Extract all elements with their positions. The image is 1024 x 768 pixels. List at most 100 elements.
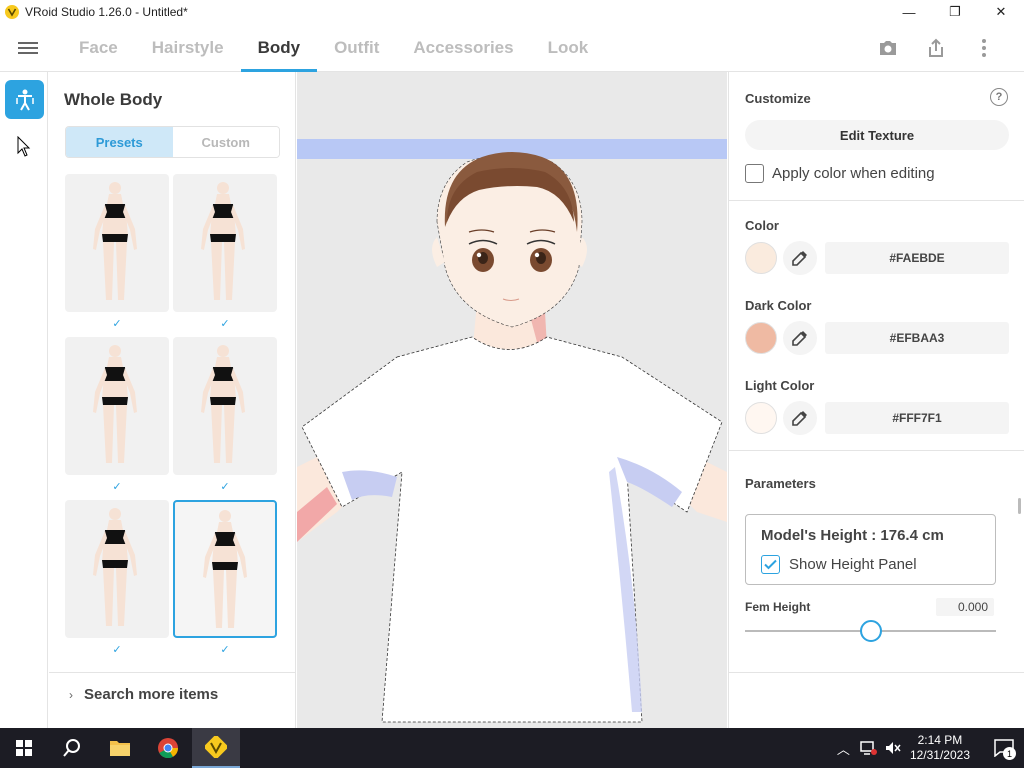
check-icon: ✓ <box>112 318 122 330</box>
eyedropper-icon[interactable] <box>783 321 817 355</box>
tab-face[interactable]: Face <box>62 24 135 72</box>
start-button[interactable] <box>0 728 48 768</box>
windows-logo-icon <box>16 740 32 756</box>
body-preset-thumbnail[interactable] <box>173 500 277 638</box>
divider <box>729 450 1024 451</box>
color-label: Dark Color <box>745 298 812 313</box>
check-icon: ✓ <box>220 644 230 656</box>
color-row: #EFBAA3 <box>745 321 1009 356</box>
volume-muted-icon[interactable] <box>884 740 902 756</box>
camera-icon[interactable] <box>876 36 900 60</box>
tab-hairstyle[interactable]: Hairstyle <box>135 24 241 72</box>
close-icon: ✕ <box>995 4 1007 19</box>
color-swatch[interactable] <box>745 242 777 274</box>
more-vertical-icon[interactable] <box>972 36 996 60</box>
search-more-items[interactable]: › Search more items <box>49 672 295 716</box>
panel-title: Whole Body <box>64 90 163 109</box>
body-figure-icon <box>15 89 34 110</box>
body-tool-button[interactable] <box>5 80 44 119</box>
customize-title: Customize <box>745 91 811 106</box>
search-button[interactable] <box>48 728 96 768</box>
tab-accessories[interactable]: Accessories <box>396 24 530 72</box>
restore-icon: ❐ <box>949 4 961 19</box>
presets-tab[interactable]: Presets <box>66 127 173 157</box>
main-tabs: Face Hairstyle Body Outfit Accessories Look <box>62 24 605 72</box>
divider <box>729 672 1024 673</box>
hex-color-input[interactable]: #FAEBDE <box>825 242 1009 274</box>
presets-custom-toggle: Presets Custom <box>65 126 280 158</box>
check-icon: ✓ <box>112 481 122 493</box>
edit-texture-button[interactable]: Edit Texture <box>745 120 1009 150</box>
vroid-taskbar-button[interactable] <box>192 728 240 768</box>
body-preset-thumbnail[interactable] <box>65 337 169 475</box>
check-icon: ✓ <box>220 481 230 493</box>
tab-body[interactable]: Body <box>240 24 318 72</box>
minimize-icon: — <box>902 4 916 20</box>
eyedropper-icon[interactable] <box>783 241 817 275</box>
tray-chevron-up-icon[interactable]: ︿ <box>837 739 850 758</box>
apply-color-checkbox[interactable] <box>745 164 764 183</box>
presets-panel: Whole Body Presets Custom ✓ ✓ ✓ ✓ ✓ ✓ › Searc… <box>49 72 296 728</box>
system-tray: ︿ 2:14 PM 12/31/2023 1 <box>837 728 1024 768</box>
clock-date: 12/31/2023 <box>909 748 970 762</box>
checkmark-icon <box>764 559 777 570</box>
hex-color-input[interactable]: #FFF7F1 <box>825 402 1009 434</box>
body-preset-thumbnail[interactable] <box>65 174 169 312</box>
show-height-panel-checkbox[interactable] <box>761 555 780 574</box>
body-preset-thumbnail[interactable] <box>173 174 277 312</box>
chrome-button[interactable] <box>144 728 192 768</box>
model-height-readout: Model's Height : 176.4 cm <box>761 527 944 544</box>
file-explorer-button[interactable] <box>96 728 144 768</box>
title-bar: VRoid Studio 1.26.0 - Untitled* — ❐ ✕ <box>0 0 1024 24</box>
network-icon[interactable] <box>860 740 878 756</box>
top-bar: Face Hairstyle Body Outfit Accessories Look <box>0 24 1024 72</box>
check-icon: ✓ <box>220 318 230 330</box>
apply-color-checkbox-row[interactable]: Apply color when editing <box>745 164 935 183</box>
help-icon[interactable]: ? <box>990 88 1008 106</box>
minimize-button[interactable]: — <box>886 0 932 24</box>
hamburger-menu-icon[interactable] <box>18 39 38 57</box>
eyedropper-icon[interactable] <box>783 401 817 435</box>
color-swatch[interactable] <box>745 322 777 354</box>
check-icon: ✓ <box>112 644 122 656</box>
search-icon <box>63 739 80 757</box>
height-panel: Model's Height : 176.4 cm Show Height Pa… <box>745 514 996 585</box>
fem-height-value-input[interactable]: 0.000 <box>936 598 994 616</box>
apply-color-label: Apply color when editing <box>772 165 935 182</box>
notification-center-button[interactable]: 1 <box>984 728 1024 768</box>
tab-look[interactable]: Look <box>531 24 606 72</box>
fem-height-slider-knob[interactable] <box>859 620 882 642</box>
clock-time: 2:14 PM <box>917 733 963 747</box>
color-row: #FFF7F1 <box>745 401 1009 436</box>
fem-height-label: Fem Height <box>745 600 811 614</box>
color-row: #FAEBDE <box>745 241 1009 276</box>
divider <box>729 200 1024 201</box>
color-swatch[interactable] <box>745 402 777 434</box>
folder-icon <box>110 741 130 756</box>
scrollbar-thumb[interactable] <box>1018 498 1021 514</box>
tab-outfit[interactable]: Outfit <box>317 24 396 72</box>
model-viewport[interactable] <box>297 72 727 728</box>
show-height-panel-row[interactable]: Show Height Panel <box>761 555 917 574</box>
color-label: Color <box>745 218 779 233</box>
close-button[interactable]: ✕ <box>978 0 1024 24</box>
custom-tab[interactable]: Custom <box>172 127 279 157</box>
show-height-panel-label: Show Height Panel <box>789 556 917 573</box>
search-more-label: Search more items <box>84 686 219 703</box>
maximize-button[interactable]: ❐ <box>932 0 978 24</box>
left-rail <box>0 72 48 728</box>
body-preset-thumbnail[interactable] <box>173 337 277 475</box>
windows-taskbar: ︿ 2:14 PM 12/31/2023 1 <box>0 728 1024 768</box>
notification-count: 1 <box>1003 747 1016 760</box>
body-preset-thumbnail[interactable] <box>65 500 169 638</box>
vroid-logo-icon <box>205 736 227 758</box>
share-icon[interactable] <box>924 36 948 60</box>
hex-color-input[interactable]: #EFBAA3 <box>825 322 1009 354</box>
vroid-logo-icon <box>5 5 19 19</box>
avatar-model <box>297 139 727 723</box>
chevron-right-icon: › <box>69 687 73 702</box>
color-label: Light Color <box>745 378 815 393</box>
parameters-title: Parameters <box>745 476 816 491</box>
chrome-icon <box>158 738 179 759</box>
clock[interactable]: 2:14 PM 12/31/2023 <box>910 733 970 763</box>
